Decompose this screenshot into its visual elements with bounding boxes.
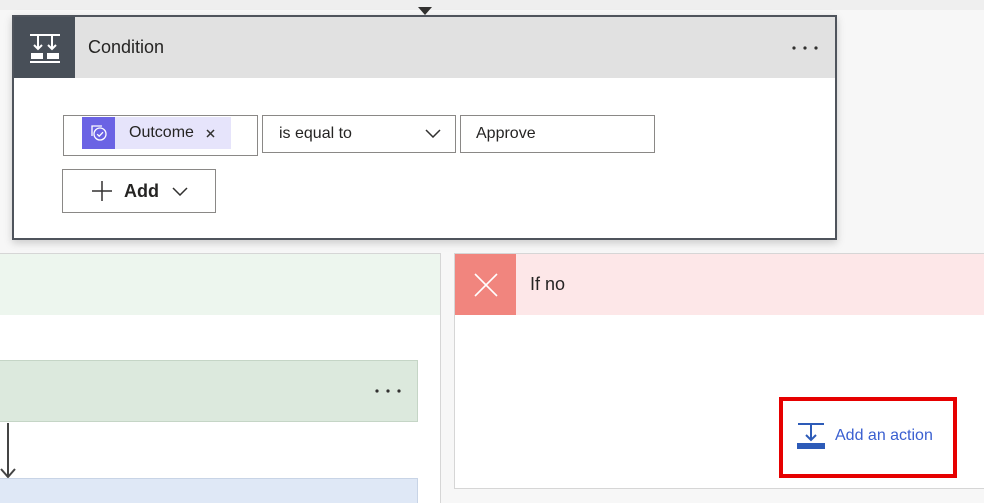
remove-token-button[interactable] [203,126,218,141]
no-branch-header[interactable]: If no [455,254,984,315]
condition-more-options-button[interactable] [790,41,820,55]
operator-dropdown[interactable]: is equal to [262,115,456,153]
yes-branch-header[interactable] [0,254,440,315]
approvals-icon [82,117,115,149]
no-branch-title: If no [530,274,566,294]
token-label: Outcome [129,124,194,141]
condition-header[interactable]: Condition [14,17,835,78]
next-action-card[interactable] [0,478,418,503]
add-action-icon [797,423,825,449]
more-options-icon [375,389,401,393]
close-icon [206,129,215,138]
action-more-options-button[interactable] [373,384,403,398]
add-button-label: Add [124,181,159,201]
yes-branch-panel [0,253,441,503]
arrow-down-icon [0,423,16,479]
add-an-action-link[interactable]: Add an action [797,422,933,450]
chevron-down-icon [425,129,441,138]
add-an-action-label: Add an action [835,427,933,444]
more-options-icon [792,46,818,50]
chevron-down-icon [172,187,188,196]
condition-icon [14,17,75,78]
no-branch-panel: If no Add an action [454,253,984,489]
condition-right-operand-input[interactable] [460,115,655,153]
canvas-top-strip [0,0,984,10]
plus-icon [92,181,112,201]
add-button[interactable]: Add [62,169,216,213]
condition-left-operand-field[interactable]: Outcome [63,115,258,156]
close-icon [455,254,516,315]
connector-arrowhead-icon [418,7,432,15]
condition-card: Condition Outcome is equal to Approve Ad… [12,15,837,240]
condition-title: Condition [88,37,165,57]
operator-selected-value: is equal to [279,125,352,142]
dynamic-content-token[interactable]: Outcome [82,117,231,149]
yes-branch-action-card[interactable] [0,360,418,422]
